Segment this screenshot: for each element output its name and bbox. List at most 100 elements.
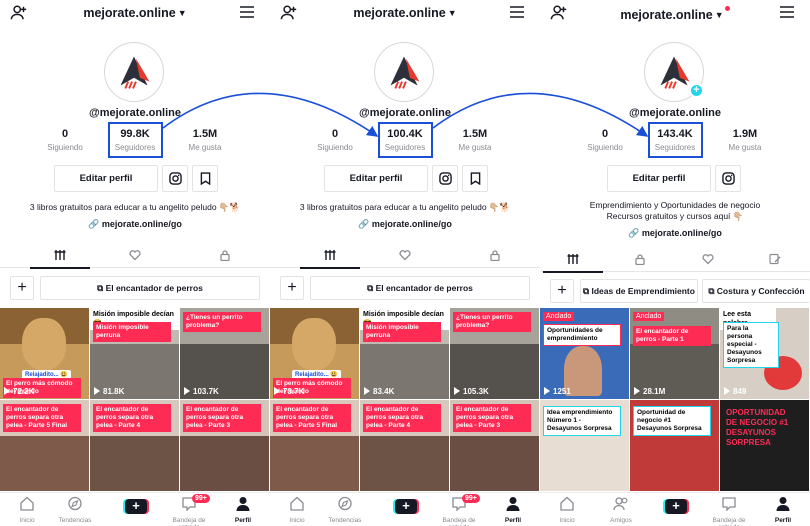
nav-label: Inicio — [19, 517, 35, 524]
bio-link[interactable]: 🔗 mejorate.online/go — [540, 228, 810, 239]
video-thumbnail[interactable]: Oportunidad de negocio #1 Desayunos Sorp… — [630, 400, 719, 491]
inbox-badge: 99+ — [192, 494, 210, 503]
video-thumbnail[interactable]: ¿Tienes un perrito problema? 105.3K — [450, 308, 539, 399]
bottom-nav: Inicio Amigos + Bandeja de entrada Perfi… — [540, 492, 810, 526]
video-thumbnail[interactable]: El encantador de perros separa otra pele… — [0, 400, 89, 491]
video-thumbnail[interactable]: Lee esta palabra Para la persona especia… — [720, 308, 809, 399]
video-thumbnail[interactable]: El encantador de perros separa otra pele… — [450, 400, 539, 491]
playlist-icon: ⧉ — [708, 286, 717, 296]
video-thumbnail[interactable]: Anclado El encantador de perros - Parte … — [630, 308, 719, 399]
playlist-label: El encantador de perros — [375, 283, 473, 293]
menu-icon[interactable] — [780, 6, 794, 18]
brand-logo — [120, 56, 150, 89]
nav-profile[interactable]: Perfil — [216, 496, 270, 524]
pinned-badge: Anclado — [633, 312, 665, 321]
video-thumbnail[interactable]: ¿Tienes un perrito problema? 103.7K — [180, 308, 269, 399]
create-plus-icon: + — [125, 499, 147, 514]
playlist-row: + ⧉ Ideas de Emprendimiento ⧉ Costura y … — [540, 279, 810, 303]
stat-following[interactable]: 0 Siguiendo — [300, 128, 370, 152]
video-thumbnail[interactable]: Misión imposible decían 😎 Misión imposib… — [360, 308, 449, 399]
bio-link[interactable]: 🔗 mejorate.online/go — [0, 219, 270, 230]
nav-label: Bandeja de entrada — [442, 517, 476, 526]
nav-discover[interactable]: Tendencias — [48, 496, 102, 524]
playlist-chip[interactable]: ⧉ El encantador de perros — [310, 276, 530, 300]
video-thumbnail[interactable]: Anclado Oportunidades de emprendimiento … — [540, 308, 629, 399]
stat-likes[interactable]: 1.5M Me gusta — [440, 128, 510, 152]
tab-liked[interactable] — [678, 252, 738, 266]
video-thumbnail[interactable]: El encantador de perros separa otra pele… — [180, 400, 269, 491]
video-thumbnail[interactable]: El encantador de perros separa otra pele… — [270, 400, 359, 491]
instagram-button[interactable] — [715, 165, 741, 192]
add-playlist-button[interactable]: + — [550, 279, 574, 303]
lock-icon — [635, 254, 645, 266]
avatar[interactable] — [374, 42, 434, 102]
username-switcher[interactable]: mejorate.online ▼ — [270, 6, 540, 20]
playlist-chip[interactable]: ⧉ Costura y Confección — [702, 279, 810, 303]
content-tabs — [270, 242, 540, 269]
video-thumbnail[interactable]: OPORTUNIDAD DE NEGOCIO #1 DESAYUNOS SORP… — [720, 400, 809, 491]
nav-inbox[interactable]: 99+ Bandeja de entrada — [162, 494, 216, 526]
edit-profile-button[interactable]: Editar perfil — [324, 165, 428, 192]
profile-handle: @mejorate.online — [358, 107, 452, 119]
bio: 3 libros gratuitos para educar a tu ange… — [299, 202, 511, 212]
tab-tagged[interactable] — [745, 252, 805, 266]
nav-profile[interactable]: Perfil — [756, 496, 810, 524]
video-caption: Oportunidades de emprendimiento — [543, 324, 621, 346]
favorites-button[interactable] — [192, 165, 218, 192]
add-story-plus-icon[interactable]: + — [689, 83, 704, 98]
video-thumbnail[interactable]: El encantador de perros separa otra pele… — [360, 400, 449, 491]
stat-likes[interactable]: 1.9M Me gusta — [710, 128, 780, 152]
instagram-button[interactable] — [432, 165, 458, 192]
bio-link-text: mejorate.online/go — [371, 219, 452, 229]
video-thumbnail[interactable]: El encantador de perros separa otra pele… — [90, 400, 179, 491]
followers-highlight-box — [378, 122, 433, 158]
bio-link[interactable]: 🔗 mejorate.online/go — [270, 219, 540, 230]
video-thumbnail[interactable]: Idea emprendimiento Número 1 - Desayunos… — [540, 400, 629, 491]
nav-home[interactable]: Inicio — [270, 496, 324, 524]
menu-icon[interactable] — [510, 6, 524, 18]
video-thumbnail[interactable]: Relajadito... 😃 El perro más cómodo del … — [0, 308, 89, 399]
stat-likes[interactable]: 1.5M Me gusta — [170, 128, 240, 152]
instagram-button[interactable] — [162, 165, 188, 192]
notification-dot — [724, 6, 730, 11]
nav-profile[interactable]: Perfil — [486, 496, 540, 524]
tab-private[interactable] — [610, 252, 670, 266]
tab-liked[interactable] — [375, 248, 435, 262]
stat-following[interactable]: 0 Siguiendo — [570, 128, 640, 152]
edit-profile-button[interactable]: Editar perfil — [607, 165, 711, 192]
username-switcher[interactable]: mejorate.online ▼ — [0, 6, 270, 20]
avatar[interactable] — [104, 42, 164, 102]
playlist-chip[interactable]: ⧉ El encantador de perros — [40, 276, 260, 300]
nav-home[interactable]: Inicio — [540, 496, 594, 524]
nav-discover[interactable]: Tendencias — [318, 496, 372, 524]
nav-inbox[interactable]: Bandeja de entrada — [702, 496, 756, 526]
profile-screen-1: mejorate.online ▼ @mejorate.online 0 Sigui… — [0, 0, 270, 526]
tab-private[interactable] — [465, 248, 525, 262]
video-caption: El encantador de perros separa otra pele… — [3, 404, 81, 432]
video-thumbnail[interactable]: Misión imposible decían 😎 Misión imposib… — [90, 308, 179, 399]
video-grid: Relajadito... 😃 El perro más cómodo del … — [0, 308, 270, 492]
tab-videos[interactable] — [300, 248, 360, 269]
stat-following[interactable]: 0 Siguiendo — [30, 128, 100, 152]
tab-videos[interactable] — [543, 252, 603, 273]
playlist-chip[interactable]: ⧉ Ideas de Emprendimiento — [580, 279, 698, 303]
instagram-icon — [168, 172, 182, 185]
video-caption: El encantador de perros separa otra pele… — [93, 404, 171, 432]
stat-value: 0 — [331, 128, 339, 140]
nav-friends[interactable]: Amigos — [594, 496, 648, 524]
menu-icon[interactable] — [240, 6, 254, 18]
bio-line: Recursos gratuitos y cursos aquí 👇🏼 — [606, 211, 744, 221]
video-thumbnail[interactable]: Relajadito... 😃 El perro más cómodo del … — [270, 308, 359, 399]
username-switcher[interactable]: mejorate.online ▼ — [540, 6, 810, 22]
bottom-nav: Inicio Tendencias + 99+ Bandeja de entrad… — [0, 492, 270, 526]
tab-liked[interactable] — [105, 248, 165, 262]
add-playlist-button[interactable]: + — [10, 276, 34, 300]
nav-home[interactable]: Inicio — [0, 496, 54, 524]
tab-private[interactable] — [195, 248, 255, 262]
favorites-button[interactable] — [462, 165, 488, 192]
tab-videos[interactable] — [30, 248, 90, 269]
nav-inbox[interactable]: 99+ Bandeja de entrada — [432, 494, 486, 526]
add-playlist-button[interactable]: + — [280, 276, 304, 300]
edit-profile-button[interactable]: Editar perfil — [54, 165, 158, 192]
tag-edit-icon — [769, 253, 781, 265]
